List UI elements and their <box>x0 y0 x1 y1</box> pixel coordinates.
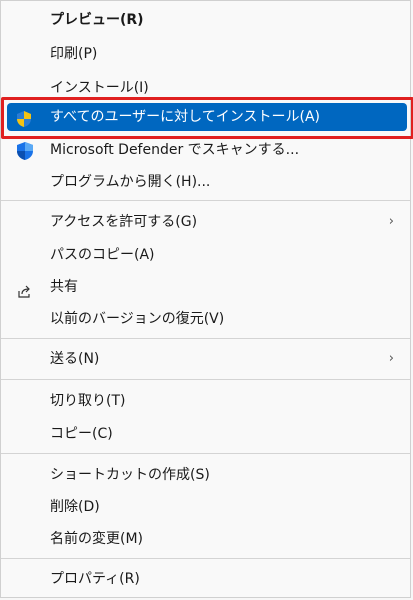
menu-item-label: 送る(N) <box>50 351 100 367</box>
menu-item-label: 削除(D) <box>50 499 100 515</box>
menu-item-label: パスのコピー(A) <box>50 247 155 263</box>
menu-item-share[interactable]: 共有 <box>1 272 410 302</box>
menu-item-label: プログラムから開く(H)... <box>50 174 211 190</box>
menu-item-create-shortcut[interactable]: ショートカットの作成(S) <box>1 460 410 490</box>
context-menu: プレビュー(R) 印刷(P) インストール(I) すべてのユーザーに対してインス… <box>0 0 413 598</box>
menu-item-label: ショートカットの作成(S) <box>50 467 210 483</box>
menu-item-rename[interactable]: 名前の変更(M) <box>1 524 410 554</box>
menu-item-label: コピー(C) <box>50 426 113 442</box>
uac-shield-icon <box>15 109 33 127</box>
menu-separator <box>1 379 410 380</box>
menu-separator <box>1 558 410 559</box>
menu-item-label: すべてのユーザーに対してインストール(A) <box>50 109 320 125</box>
chevron-right-icon: › <box>388 351 394 366</box>
menu-item-label: 以前のバージョンの復元(V) <box>50 311 225 327</box>
menu-item-label: Microsoft Defender でスキャンする... <box>50 142 300 158</box>
menu-item-print[interactable]: 印刷(P) <box>1 39 410 69</box>
menu-item-copy[interactable]: コピー(C) <box>1 419 410 449</box>
menu-item-label: プレビュー(R) <box>50 12 144 28</box>
menu-item-defender-scan[interactable]: Microsoft Defender でスキャンする... <box>1 135 410 165</box>
menu-item-label: プロパティ(R) <box>50 571 140 587</box>
menu-item-label: 共有 <box>50 279 78 295</box>
chevron-right-icon: › <box>388 214 394 229</box>
menu-item-label: 印刷(P) <box>50 46 98 62</box>
menu-item-install-all-users[interactable]: すべてのユーザーに対してインストール(A) <box>1 102 410 132</box>
menu-item-give-access[interactable]: アクセスを許可する(G) › <box>1 207 410 237</box>
menu-item-properties[interactable]: プロパティ(R) <box>1 564 410 594</box>
menu-separator <box>1 338 410 339</box>
menu-separator <box>1 200 410 201</box>
menu-item-restore-previous[interactable]: 以前のバージョンの復元(V) <box>1 304 410 334</box>
menu-item-label: 名前の変更(M) <box>50 531 144 547</box>
menu-item-label: アクセスを許可する(G) <box>50 214 198 230</box>
menu-item-cut[interactable]: 切り取り(T) <box>1 386 410 416</box>
share-icon <box>17 280 31 298</box>
menu-item-send-to[interactable]: 送る(N) › <box>1 344 410 374</box>
menu-item-delete[interactable]: 削除(D) <box>1 492 410 522</box>
menu-item-preview[interactable]: プレビュー(R) <box>1 5 410 35</box>
menu-separator <box>1 453 410 454</box>
menu-item-label: 切り取り(T) <box>50 393 126 409</box>
menu-item-copy-path[interactable]: パスのコピー(A) <box>1 240 410 270</box>
menu-item-open-with[interactable]: プログラムから開く(H)... <box>1 167 410 197</box>
defender-shield-icon <box>15 141 35 161</box>
